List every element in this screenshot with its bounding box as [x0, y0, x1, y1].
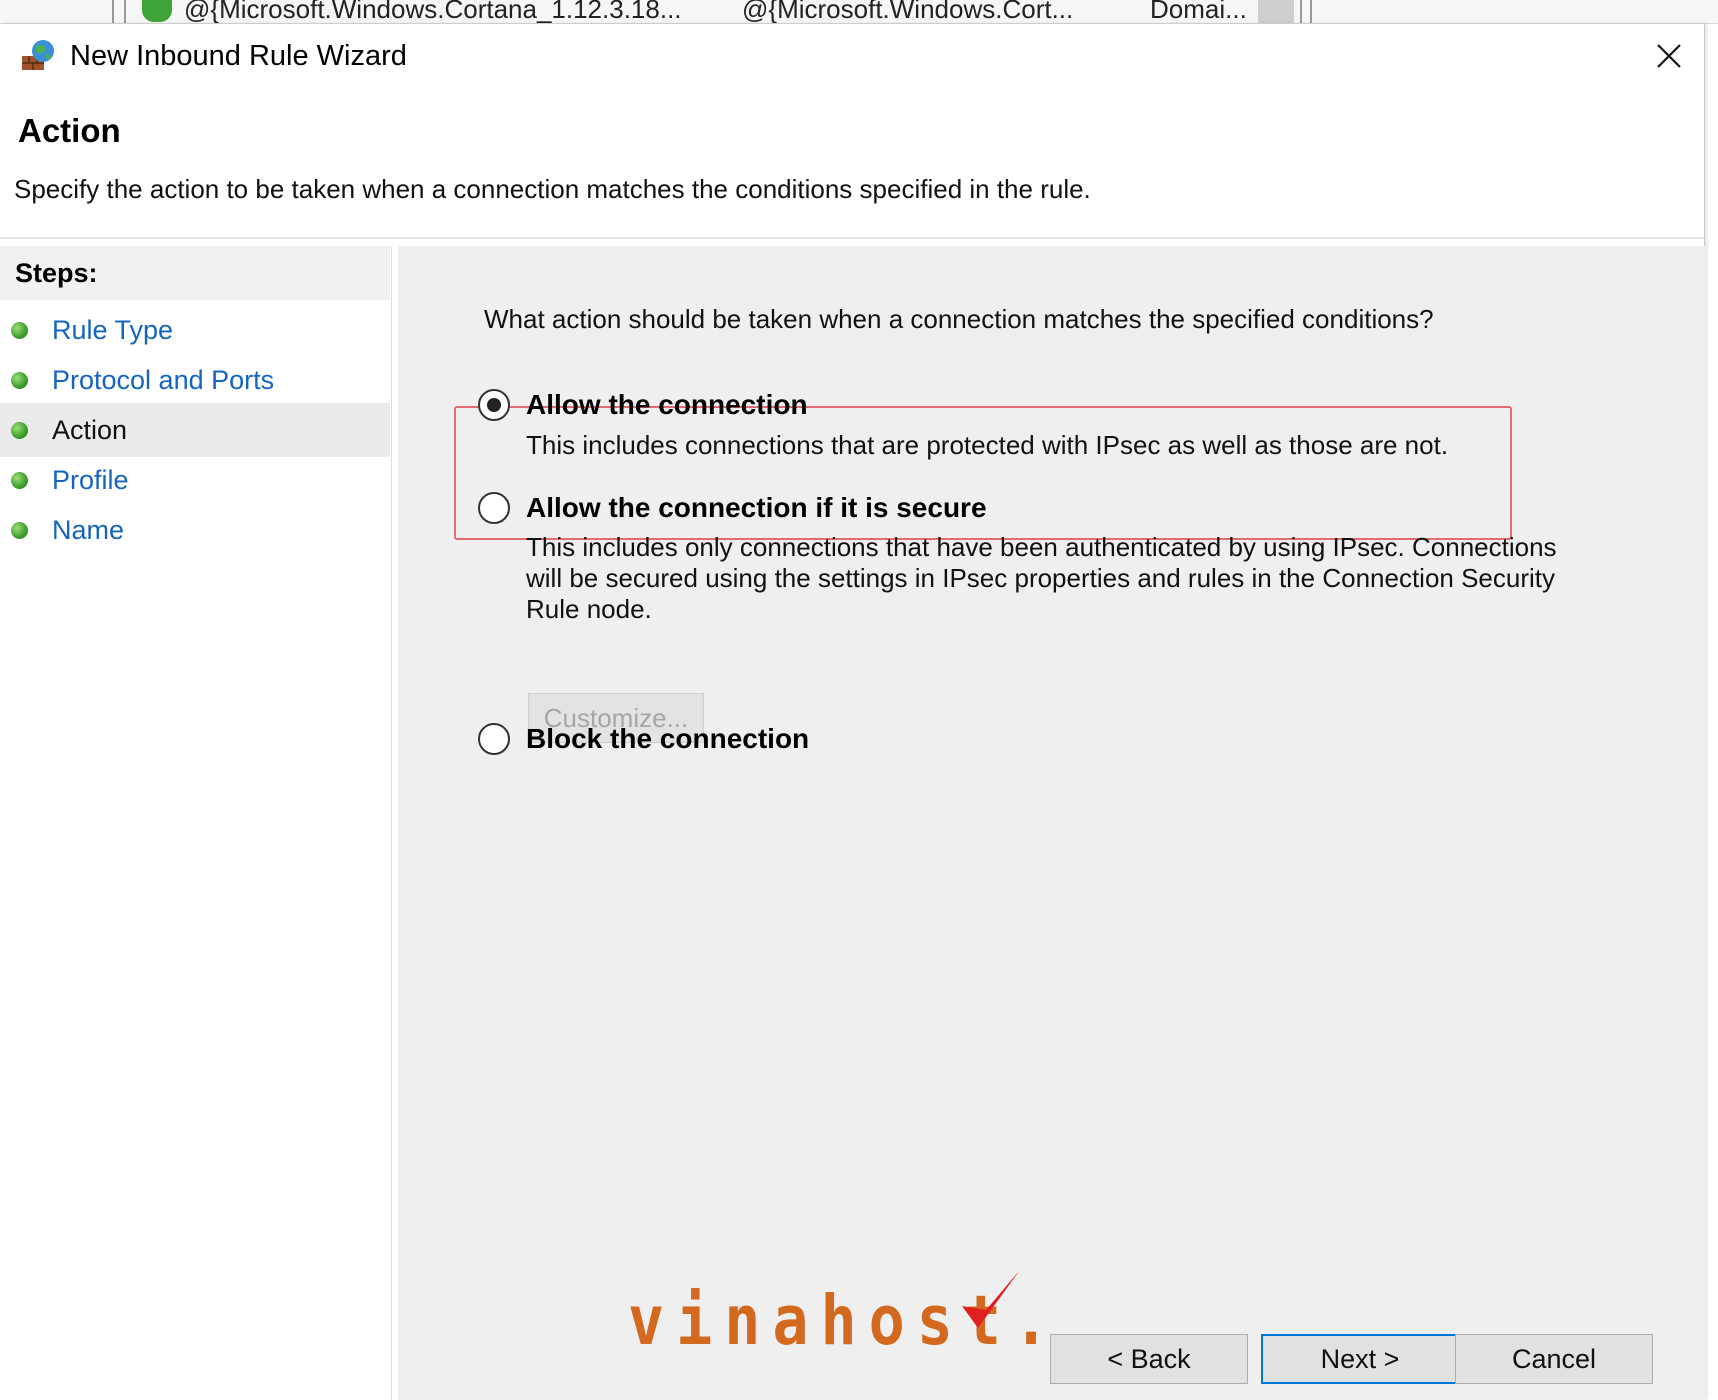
check-mark-icon [962, 1270, 1020, 1328]
steps-heading: Steps: [0, 246, 390, 300]
column-divider [112, 0, 114, 23]
step-rule-type[interactable]: Rule Type [0, 303, 390, 357]
window-title: New Inbound Rule Wizard [70, 40, 407, 72]
step-protocol-and-ports[interactable]: Protocol and Ports [0, 353, 390, 407]
wizard-dialog: New Inbound Rule Wizard Action Specify t… [0, 24, 1705, 1400]
vinahost-watermark: vinahost. [628, 1270, 1061, 1366]
allow-description: This includes connections that are prote… [526, 430, 1449, 460]
background-cell: @{Microsoft.Windows.Cort... [742, 0, 1074, 24]
steps-sidebar: Steps: Rule Type Protocol and Ports Acti… [0, 246, 392, 1400]
column-divider [1300, 0, 1302, 23]
action-panel: What action should be taken when a conne… [398, 246, 1705, 1400]
step-name[interactable]: Name [0, 503, 390, 557]
step-status-icon [11, 471, 28, 489]
allow-label[interactable]: Allow the connection [526, 389, 808, 421]
step-label: Protocol and Ports [52, 364, 275, 395]
firewall-globe-icon [22, 40, 54, 70]
page-description: Specify the action to be taken when a co… [14, 174, 1091, 204]
background-cell: Domai... [1150, 0, 1247, 24]
enabled-check-icon [142, 0, 172, 22]
back-button[interactable]: < Back [1050, 1334, 1248, 1384]
step-status-icon [11, 421, 28, 439]
background-window-row: @{Microsoft.Windows.Cortana_1.12.3.18...… [0, 0, 1718, 24]
step-label: Rule Type [52, 314, 174, 345]
column-divider [1310, 0, 1312, 23]
allow-if-secure-description: This includes only connections that have… [526, 532, 1557, 624]
background-cell: @{Microsoft.Windows.Cortana_1.12.3.18... [184, 0, 682, 24]
step-label: Action [52, 414, 128, 445]
action-question: What action should be taken when a conne… [484, 304, 1434, 334]
cancel-button[interactable]: Cancel [1455, 1334, 1653, 1384]
step-status-icon [11, 371, 28, 389]
next-button[interactable]: Next > [1261, 1334, 1459, 1384]
allow-radio[interactable] [478, 389, 510, 421]
close-icon [1657, 44, 1681, 68]
step-action[interactable]: Action [0, 403, 390, 457]
page-title: Action [18, 112, 121, 149]
column-divider [124, 0, 126, 23]
step-label: Name [52, 514, 125, 545]
step-label: Profile [52, 464, 129, 495]
scrollbar-thumb [1258, 0, 1294, 23]
title-bar: New Inbound Rule Wizard [0, 24, 1704, 94]
block-label[interactable]: Block the connection [526, 723, 809, 755]
step-status-icon [11, 321, 28, 339]
step-status-icon [11, 521, 28, 539]
step-profile[interactable]: Profile [0, 453, 390, 507]
block-radio[interactable] [478, 723, 510, 755]
allow-if-secure-radio[interactable] [478, 492, 510, 524]
close-button[interactable] [1634, 24, 1704, 88]
allow-if-secure-label[interactable]: Allow the connection if it is secure [526, 492, 987, 524]
header-divider [0, 237, 1704, 239]
